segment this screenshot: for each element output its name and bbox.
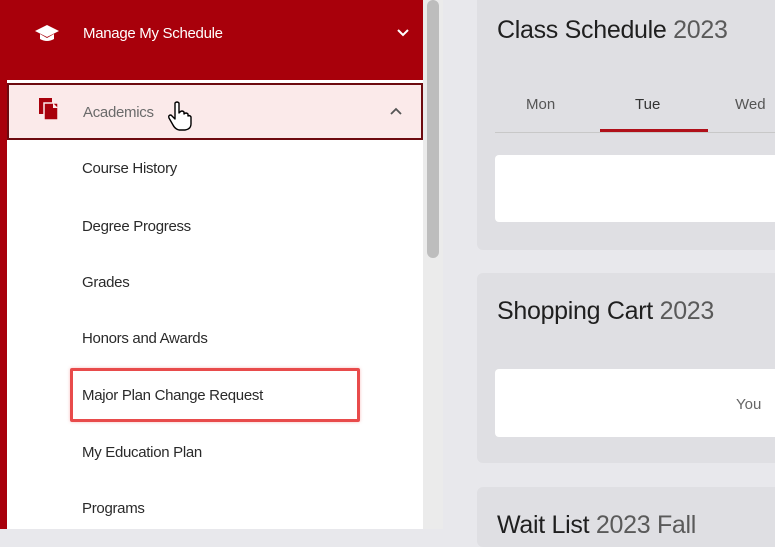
shopping-cart-title: Shopping Cart 2023: [497, 297, 715, 325]
tab-tue[interactable]: Tue: [635, 96, 660, 113]
chevron-up-icon[interactable]: [389, 105, 403, 117]
shopping-cart-message: You: [736, 396, 762, 413]
manage-my-schedule-label: Manage My Schedule: [83, 25, 223, 42]
sidebar-item-honors-and-awards[interactable]: Honors and Awards: [82, 330, 208, 347]
sidebar-nav: Manage My Schedule Academics Course Hist…: [7, 0, 423, 529]
documents-icon: [39, 98, 59, 121]
sidebar-item-course-history[interactable]: Course History: [82, 160, 177, 177]
graduation-cap-icon: [35, 25, 59, 41]
sidebar-item-my-education-plan[interactable]: My Education Plan: [82, 444, 202, 461]
active-tab-indicator: [600, 129, 708, 132]
class-schedule-title: Class Schedule 2023: [497, 16, 728, 44]
day-tabs: Mon Tue Wed: [477, 88, 775, 133]
academics-label: Academics: [83, 104, 154, 121]
sidebar-item-degree-progress[interactable]: Degree Progress: [82, 218, 191, 235]
tab-mon[interactable]: Mon: [526, 96, 555, 113]
schedule-content-panel: [495, 155, 775, 222]
shopping-cart-card: Shopping Cart 2023: [477, 273, 775, 463]
tabs-divider: [495, 132, 775, 133]
sidebar-scrollbar-thumb[interactable]: [427, 0, 439, 258]
hand-pointer-cursor-icon: [168, 101, 192, 131]
sidebar-item-programs[interactable]: Programs: [82, 500, 145, 517]
wait-list-card: Wait List 2023 Fall: [477, 487, 775, 547]
manage-my-schedule-item[interactable]: Manage My Schedule: [7, 0, 423, 80]
sidebar-item-grades[interactable]: Grades: [82, 274, 130, 291]
chevron-down-icon[interactable]: [396, 27, 410, 39]
wait-list-title: Wait List 2023 Fall: [497, 511, 697, 539]
academics-section-item[interactable]: Academics: [7, 83, 423, 140]
highlight-annotation-box: [70, 368, 360, 422]
class-schedule-card: Class Schedule 2023 Mon Tue Wed: [477, 0, 775, 250]
left-accent-strip: [0, 0, 7, 529]
shopping-cart-content-panel: [495, 369, 775, 437]
tab-wed[interactable]: Wed: [735, 96, 766, 113]
